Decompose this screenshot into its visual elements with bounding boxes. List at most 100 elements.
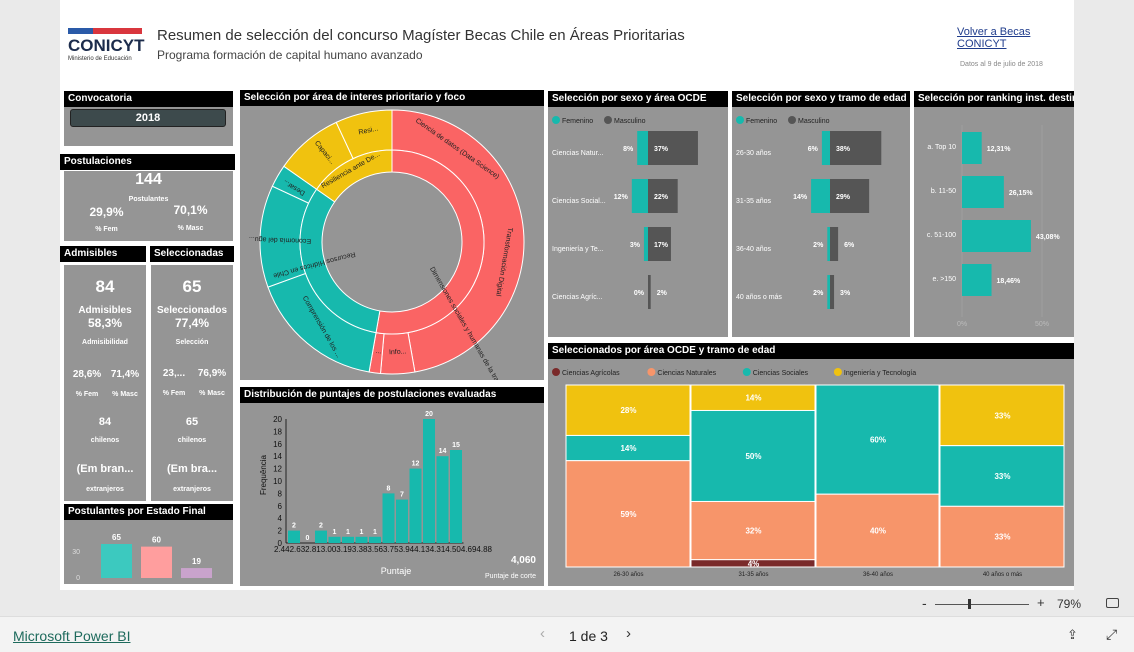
seleccionados-count: 65 [182, 277, 202, 296]
mosaic-cell-label: 14% [745, 394, 761, 403]
mosaic-cell-label: 33% [994, 472, 1010, 481]
seleccionadas-fem: 23,... [162, 368, 186, 379]
mosaic-cell-label: 32% [745, 527, 761, 536]
fem-value: 0% [634, 290, 645, 297]
convocatoria-slicer[interactable]: 2018 [70, 109, 226, 127]
zoom-slider[interactable] [935, 599, 1029, 609]
y-tick: 2 [278, 527, 283, 536]
estado-bar-label: 19 [192, 557, 201, 566]
zoom-out-button[interactable]: - [922, 595, 927, 611]
sexo-edad-chart[interactable]: Femenino Masculino 26-30 años 6% 38% 31-35 añ… [732, 107, 910, 337]
fem-bar [811, 179, 830, 213]
ranking-bar [962, 264, 992, 296]
histogram-bar-label: 15 [452, 442, 460, 449]
mosaic-chart[interactable]: Ciencias Agrícolas Ciencias Naturales Cien… [548, 359, 1074, 586]
postulantes-masc-label: % Masc [177, 225, 204, 232]
ranking-label: c. 51-100 [927, 232, 956, 239]
masc-value: 29% [836, 194, 851, 201]
sunburst-chart[interactable]: Ciencia de datos (Data Science)Transform… [240, 106, 544, 380]
masc-value: 22% [654, 194, 669, 201]
fit-page-icon[interactable] [1106, 598, 1119, 608]
estado-bar-label: 60 [152, 536, 161, 545]
ranking-bar [962, 176, 1004, 208]
histogram-title: Distribución de puntajes de postulacione… [240, 387, 544, 403]
seleccionadas-masc: 76,9% [197, 368, 227, 379]
histogram-bar [342, 536, 354, 543]
legend-label: Ingeniería y Tecnología [844, 370, 916, 377]
row-label: 26-30 años [736, 150, 772, 157]
postulaciones-title: Postulaciones [60, 154, 235, 170]
row-label: 31-35 años [736, 198, 772, 205]
legend-dot [833, 368, 842, 376]
next-page-icon[interactable]: › [626, 625, 631, 642]
share-icon[interactable]: ⇪ [1067, 627, 1078, 643]
sexo-area-chart[interactable]: Femenino Masculino Ciencias Natur... 8% 37% C… [548, 107, 728, 337]
legend-dot-fem [736, 116, 744, 124]
admisibles-chilenos-label: chilenos [90, 437, 120, 444]
y-tick: 12 [273, 465, 282, 474]
y-tick: 4 [278, 514, 283, 523]
ranking-value: 12,31% [987, 146, 1012, 153]
mosaic-cell-label: 33% [994, 533, 1010, 542]
mosaic-x-label: 31-35 años [738, 572, 768, 578]
zoom-slider-thumb[interactable] [968, 599, 971, 609]
row-label: 40 años o más [736, 294, 782, 301]
postulantes-fem: 29,9% [89, 205, 124, 219]
postulaciones-panel: 144 Postulantes 29,9% 70,1% % Fem % Masc [64, 171, 233, 241]
histogram-bar [396, 499, 408, 543]
zoom-in-button[interactable]: + [1037, 595, 1045, 610]
postulantes-masc: 70,1% [173, 203, 208, 217]
legend-dot [742, 368, 751, 376]
admisibilidad-label: Admisibilidad [82, 339, 128, 346]
y-tick: 14 [273, 452, 282, 461]
legend-masc: Masculino [798, 118, 830, 125]
masc-value: 2% [657, 290, 668, 297]
cut-label: Puntaje de corte [485, 573, 536, 580]
zoom-level: 79% [1057, 597, 1082, 611]
seleccionadas-chilenos: 65 [185, 416, 199, 428]
seleccionadas-fem-label: % Fem [162, 390, 186, 397]
admisibles-title: Admisibles [60, 246, 146, 262]
mosaic-cell-label: 60% [870, 436, 886, 445]
legend-label: Ciencias Agrícolas [562, 370, 620, 377]
admisibles-extranjeros-label: extranjeros [86, 486, 124, 493]
masc-bar [830, 227, 839, 261]
ranking-label: e. >150 [932, 276, 956, 283]
ranking-title: Selección por ranking inst. destino [914, 91, 1074, 107]
y-tick: 6 [278, 502, 283, 511]
back-link[interactable]: Volver a Becas CONICYT [957, 26, 1074, 50]
mosaic-x-label: 26-30 años [613, 572, 643, 578]
ranking-label: a. Top 10 [927, 144, 956, 151]
histogram-bar-label: 20 [425, 411, 433, 418]
sexo-area-panel: Selección por sexo y área OCDE Femenino M… [548, 91, 728, 337]
x-axis-label: Puntaje [381, 566, 412, 576]
histogram-chart[interactable]: 201816141210864202021 1 1 187122014152.442.… [240, 403, 544, 586]
fem-value: 12% [614, 194, 629, 201]
fullscreen-icon[interactable]: ⤢ [1106, 626, 1117, 643]
fem-value: 3% [630, 242, 641, 249]
histogram-bar-label: 0 [306, 535, 310, 542]
powerbi-link[interactable]: Microsoft Power BI [13, 628, 130, 644]
estado-final-panel: Postulantes por Estado Final 30 0 65 60 19 [64, 504, 233, 584]
page-title: Resumen de selección del concurso Magíst… [157, 27, 685, 44]
sunburst-panel: Selección por área de interes prioritari… [240, 90, 544, 380]
ranking-chart[interactable]: a. Top 10 12,31% b. 11-50 26,15% c. 51-100 43… [914, 107, 1074, 337]
admisibles-fem: 28,6% [72, 369, 102, 380]
ranking-value: 26,15% [1009, 190, 1034, 197]
row-label: Ciencias Social... [552, 198, 606, 205]
admisibles-count: 84 [95, 277, 115, 296]
legend-fem: Femenino [746, 118, 777, 125]
mosaic-panel: Seleccionados por área OCDE y tramo de e… [548, 343, 1074, 586]
conicyt-logo: CONICYT Ministerio de Educación [68, 28, 148, 62]
y-tick: 16 [273, 440, 282, 449]
histogram-bar-label: 12 [412, 461, 420, 468]
masc-value: 38% [836, 146, 851, 153]
histogram-bar-label: 1 [360, 529, 364, 536]
legend-fem: Femenino [562, 118, 593, 125]
fem-value: 2% [813, 290, 824, 297]
seleccionadas-title: Seleccionadas [150, 246, 234, 262]
postulantes-fem-label: % Fem [95, 226, 118, 233]
fem-value: 8% [623, 146, 634, 153]
prev-page-icon[interactable]: ‹ [540, 625, 545, 642]
y-tick: 20 [273, 415, 282, 424]
